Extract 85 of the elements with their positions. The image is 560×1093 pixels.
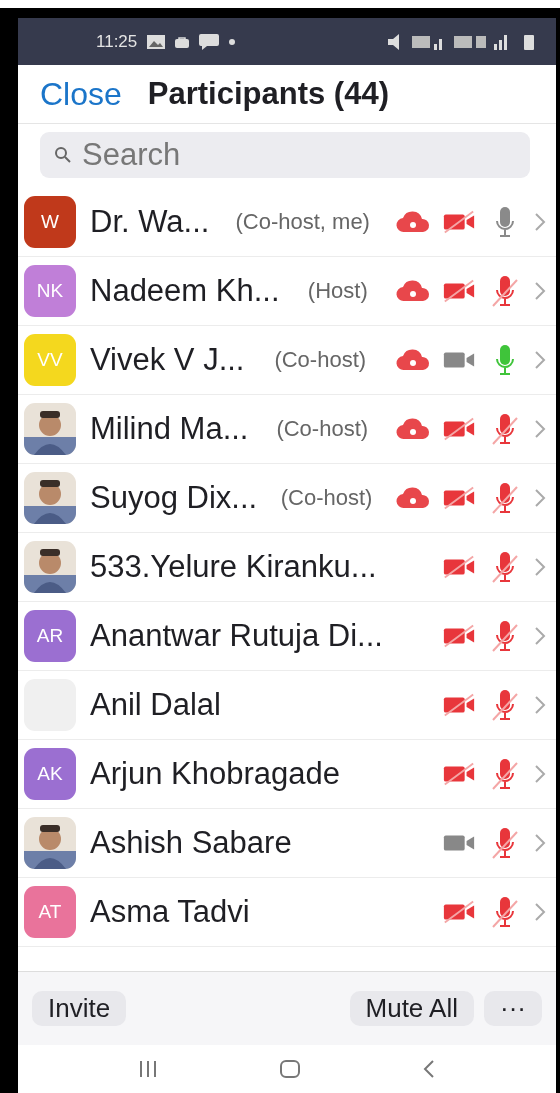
avatar: W [24,196,76,248]
participant-row[interactable]: AK Arjun Khobragade [18,740,556,809]
avatar: AR [24,610,76,662]
mic-muted-icon[interactable] [491,412,519,446]
participant-row[interactable]: Suyog Dix... (Co-host) [18,464,556,533]
video-off-icon[interactable] [442,210,476,234]
participant-name: Suyog Dix... [90,480,258,516]
video-off-icon[interactable] [442,417,476,441]
mic-muted-icon[interactable] [491,550,519,584]
image-icon [147,34,166,49]
close-link[interactable]: Close [40,75,122,113]
participant-name: Arjun Khobragade [90,756,340,792]
video-off-icon[interactable] [442,279,476,303]
participant-role: (Co-host) [276,416,369,442]
mic-muted-icon[interactable] [491,619,519,653]
mic-muted-icon[interactable] [491,481,519,515]
chevron-right-icon[interactable] [534,833,546,853]
participant-name: 533.Yelure Kiranku... [90,549,377,585]
participant-name: Anantwar Rutuja Di... [90,618,383,654]
chevron-right-icon[interactable] [534,902,546,922]
participant-role: (Co-host) [280,485,373,511]
participant-row[interactable]: NK Nadeem Kh... (Host) [18,257,556,326]
participant-name: Vivek V J... [90,342,245,378]
chevron-right-icon[interactable] [534,764,546,784]
chevron-right-icon[interactable] [534,419,546,439]
window-title: Participants (44) [147,76,389,112]
mic-muted-icon[interactable] [491,826,519,860]
chat-icon [199,33,220,50]
video-off-icon[interactable] [442,555,476,579]
home-icon[interactable] [279,1059,301,1079]
participant-role: (Host) [307,278,368,304]
participant-name: Anil Dalal [90,687,221,723]
participant-row[interactable]: 533.Yelure Kiranku... [18,533,556,602]
chevron-right-icon[interactable] [534,695,546,715]
chevron-right-icon[interactable] [534,557,546,577]
search-field[interactable]: Search [40,132,530,178]
cloud-icon [396,211,430,233]
video-off-icon[interactable] [442,900,476,924]
avatar: VV [24,334,76,386]
cloud-icon [396,487,430,509]
participant-name: Ashish Sabare [90,825,292,861]
participant-row[interactable]: Milind Ma... (Co-host) [18,395,556,464]
mic-muted-icon[interactable] [491,895,519,929]
chevron-right-icon[interactable] [534,626,546,646]
more-button[interactable]: ··· [484,991,542,1026]
bag-icon [175,35,190,48]
cloud-icon [396,418,430,440]
status-time: 11:25 [96,31,138,52]
video-off-icon[interactable] [442,693,476,717]
mic-muted-icon[interactable] [491,274,519,308]
chevron-right-icon[interactable] [534,281,546,301]
signal-icon [412,33,444,50]
recent-apps-icon[interactable] [138,1060,159,1078]
mic-muted-icon[interactable] [491,688,519,722]
participant-name: Nadeem Kh... [90,273,280,309]
participant-row[interactable]: W Dr. Wa... (Co-host, me) [18,188,556,257]
chevron-right-icon[interactable] [534,350,546,370]
avatar: AK [24,748,76,800]
mute-icon [388,32,402,51]
dot-icon [229,38,236,45]
invite-button[interactable]: Invite [32,991,127,1026]
mic-muted-icon[interactable] [491,757,519,791]
participant-row[interactable]: Anil Dalal [18,671,556,740]
back-icon[interactable] [421,1059,436,1079]
participant-row[interactable]: AR Anantwar Rutuja Di... [18,602,556,671]
participant-row[interactable]: AT Asma Tadvi [18,878,556,947]
video-off-icon[interactable] [442,624,476,648]
video-off-icon[interactable] [442,486,476,510]
chevron-right-icon[interactable] [534,212,546,232]
participant-row[interactable]: Ashish Sabare [18,809,556,878]
battery-icon [524,33,534,50]
participant-role: (Co-host) [274,347,367,373]
avatar: AT [24,886,76,938]
chevron-right-icon[interactable] [534,488,546,508]
participant-name: Milind Ma... [90,411,249,447]
participant-name: Dr. Wa... [90,204,210,240]
participant-row[interactable]: VV Vivek V J... (Co-host) [18,326,556,395]
participant-role: (Co-host, me) [235,209,370,235]
video-off-icon[interactable] [442,762,476,786]
search-icon [54,146,72,164]
cloud-icon [396,349,430,371]
cloud-icon [396,280,430,302]
participant-name: Asma Tadvi [90,894,250,930]
avatar: NK [24,265,76,317]
mute-all-button[interactable]: Mute All [349,991,474,1026]
